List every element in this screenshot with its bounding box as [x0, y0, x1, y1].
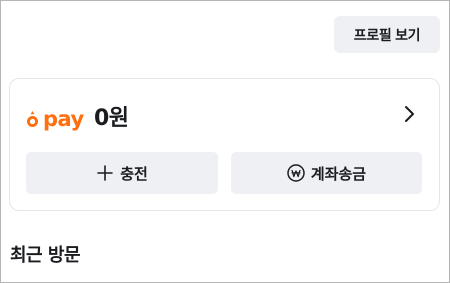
- carrot-icon: [27, 110, 38, 127]
- charge-button-label: 충전: [120, 165, 148, 183]
- account-transfer-button[interactable]: 계좌송금: [231, 152, 422, 194]
- app-screen: 프로필 보기 pay 0원 충전 계좌송금 최근 방문: [0, 0, 450, 283]
- won-icon: [287, 164, 305, 182]
- charge-button[interactable]: 충전: [26, 152, 218, 194]
- pay-logo-text: pay: [43, 107, 84, 131]
- pay-logo: pay: [26, 107, 84, 131]
- account-transfer-button-label: 계좌송금: [310, 165, 367, 183]
- pay-balance: 0원: [94, 106, 129, 131]
- plus-icon: [97, 165, 113, 181]
- pay-card[interactable]: pay 0원 충전 계좌송금: [9, 78, 440, 211]
- profile-view-button[interactable]: 프로필 보기: [334, 16, 440, 53]
- chevron-right-icon[interactable]: [403, 103, 417, 125]
- recent-visits-title: 최근 방문: [10, 245, 81, 266]
